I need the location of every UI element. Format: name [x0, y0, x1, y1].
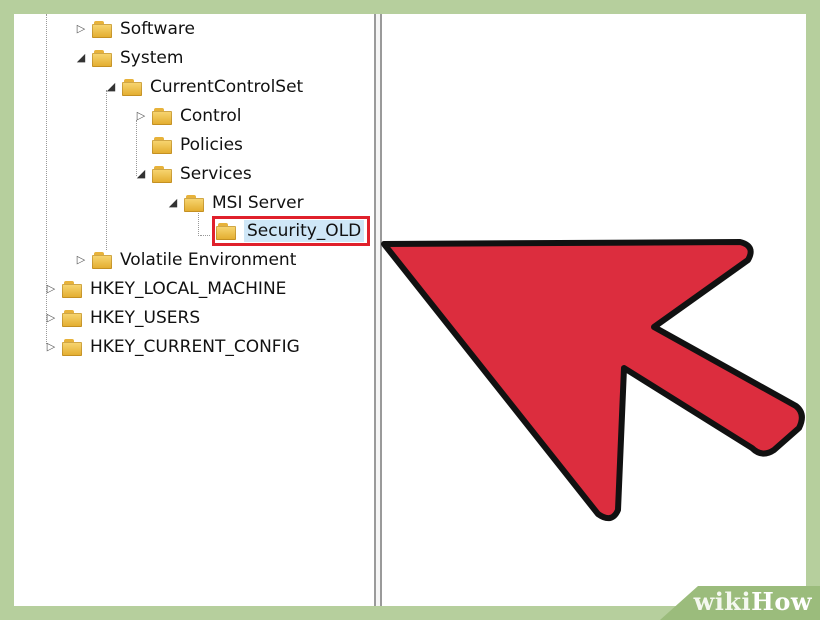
watermark-text: wikiHow [693, 587, 812, 616]
pointer-arrow-icon [381, 239, 805, 522]
wikihow-watermark: wikiHow [660, 586, 820, 620]
pointer-arrow-shape [381, 239, 805, 522]
screenshot-frame: ▷ Software ◢ System ◢ CurrentControlSet ▷ Co… [14, 14, 806, 606]
